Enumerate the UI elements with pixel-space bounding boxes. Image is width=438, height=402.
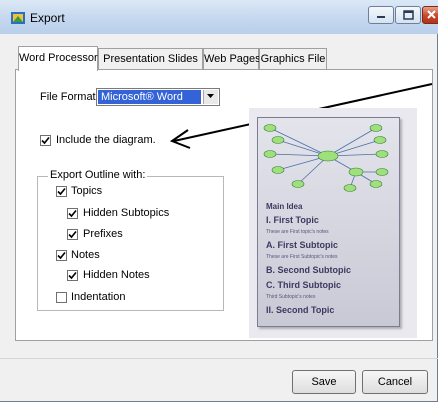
checkmark-icon <box>41 136 50 145</box>
preview-item-note: Third Subtopic's notes <box>266 294 316 300</box>
include-diagram-checkbox[interactable] <box>40 135 51 146</box>
window-title: Export <box>30 11 65 25</box>
indentation-label: Indentation <box>71 291 126 303</box>
preview-item-heading: A. First Subtopic <box>266 240 338 250</box>
preview-main-idea: Main Idea <box>266 202 303 211</box>
tab-graphics-file[interactable]: Graphics File <box>259 48 327 69</box>
export-dialog: Export Word Processor Presentation Slide… <box>0 0 438 402</box>
close-icon <box>427 10 436 19</box>
save-button[interactable]: Save <box>292 370 356 394</box>
topics-checkbox[interactable] <box>56 186 67 197</box>
notes-checkbox[interactable] <box>56 250 67 261</box>
checkmark-icon <box>68 209 77 218</box>
indentation-checkbox[interactable] <box>56 292 67 303</box>
prefixes-label: Prefixes <box>83 228 123 240</box>
title-bar[interactable]: Export <box>0 0 438 34</box>
hidden-subtopics-label: Hidden Subtopics <box>83 207 170 219</box>
app-icon <box>11 12 25 24</box>
preview-item-heading: II. Second Topic <box>266 305 335 315</box>
minimize-icon <box>377 16 385 18</box>
prefixes-checkbox[interactable] <box>67 229 78 240</box>
checkmark-icon <box>57 251 66 260</box>
maximize-icon <box>403 10 414 20</box>
preview-item-note: These are First Subtopic's notes <box>266 254 338 260</box>
tab-web-pages[interactable]: Web Pages <box>203 48 261 69</box>
export-outline-legend: Export Outline with: <box>48 169 148 181</box>
minimize-button[interactable] <box>368 6 394 24</box>
file-format-label: File Format: <box>40 91 99 103</box>
cancel-button[interactable]: Cancel <box>362 370 428 394</box>
checkmark-icon <box>68 230 77 239</box>
hidden-subtopics-checkbox[interactable] <box>67 208 78 219</box>
tab-word-processor[interactable]: Word Processor <box>18 46 98 71</box>
mindmap-diagram <box>263 124 389 192</box>
include-diagram-label: Include the diagram. <box>56 134 156 146</box>
notes-label: Notes <box>71 249 100 261</box>
preview-item-heading: I. First Topic <box>266 215 319 225</box>
hidden-notes-label: Hidden Notes <box>83 269 150 281</box>
hidden-notes-checkbox[interactable] <box>67 270 78 281</box>
footer-divider <box>0 358 438 359</box>
checkmark-icon <box>57 187 66 196</box>
tab-presentation-slides[interactable]: Presentation Slides <box>98 48 203 69</box>
checkmark-icon <box>68 271 77 280</box>
preview-item-heading: C. Third Subtopic <box>266 280 341 290</box>
maximize-button[interactable] <box>395 6 421 24</box>
preview-item-note: These are First topic's notes <box>266 229 329 235</box>
preview-item-heading: B. Second Subtopic <box>266 265 352 275</box>
close-button[interactable] <box>422 6 438 24</box>
topics-label: Topics <box>71 185 103 197</box>
